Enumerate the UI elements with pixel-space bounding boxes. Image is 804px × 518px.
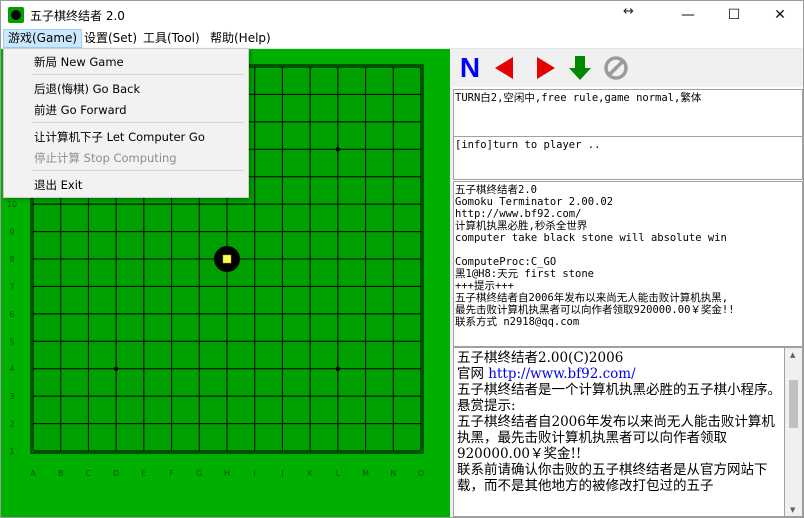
about-site-link[interactable]: http://www.bf92.com/ <box>488 366 635 382</box>
menu-go-back[interactable]: 后退(悔棋) Go Back <box>34 81 140 97</box>
title-bar[interactable]: 五子棋终结者 2.0 ↔ — ☐ ✕ <box>1 1 803 29</box>
column-label: F <box>169 469 174 478</box>
app-logo-icon <box>8 7 24 23</box>
close-button[interactable]: ✕ <box>757 1 803 29</box>
right-pane: N TURN白2,空闲中,free rule,game normal,繁体 [i… <box>453 49 803 517</box>
about-reward-title: 悬赏提示: <box>457 398 516 414</box>
menu-go-forward[interactable]: 前进 Go Forward <box>34 102 127 118</box>
computer-go-button[interactable] <box>567 55 593 81</box>
forward-arrow-icon <box>537 57 555 79</box>
column-label: M <box>362 469 369 478</box>
row-label: 5 <box>9 337 14 346</box>
row-label: 1 <box>9 447 14 456</box>
row-label: 6 <box>9 310 14 319</box>
about-scrollbar[interactable]: ▲ ▼ <box>785 347 803 517</box>
about-site-label: 官网 <box>457 366 484 382</box>
scroll-down-icon[interactable]: ▼ <box>790 506 795 514</box>
menu-bar: 游戏(Game) 设置(Set) 工具(Tool) 帮助(Help) <box>1 29 803 49</box>
go-back-button[interactable] <box>491 55 517 81</box>
star-point <box>113 366 119 371</box>
menu-set[interactable]: 设置(Set) <box>80 30 141 47</box>
star-point <box>335 366 341 371</box>
star-point <box>335 147 341 152</box>
column-label: J <box>280 469 283 478</box>
row-label: 9 <box>9 228 14 237</box>
scroll-up-icon[interactable]: ▲ <box>790 351 795 359</box>
app-window: 五子棋终结者 2.0 ↔ — ☐ ✕ 游戏(Game) 设置(Set) 工具(T… <box>0 0 804 518</box>
menu-computer-go[interactable]: 让计算机下子 Let Computer Go <box>34 129 205 145</box>
column-label: B <box>58 469 64 478</box>
column-label: O <box>418 469 424 478</box>
down-arrow-icon <box>569 56 591 80</box>
column-label: I <box>254 469 256 478</box>
about-version: 五子棋终结者2.00(C)2006 <box>457 350 624 366</box>
column-label: E <box>141 469 146 478</box>
column-label: A <box>30 469 36 478</box>
go-forward-button[interactable] <box>533 55 559 81</box>
stop-icon <box>604 56 628 80</box>
column-label: K <box>308 469 314 478</box>
game-menu-dropdown: 新局 New Game 后退(悔棋) Go Back 前进 Go Forward… <box>3 48 249 198</box>
last-move-marker <box>222 254 232 264</box>
window-title: 五子棋终结者 2.0 <box>30 9 125 23</box>
resize-arrows-icon: ↔ <box>623 4 634 19</box>
about-warning: 联系前请确认你击败的五子棋终结者是从官方网站下载，而不是其他地方的被修改打包过的… <box>457 462 768 494</box>
menu-separator <box>32 74 244 75</box>
menu-separator <box>32 170 244 171</box>
menu-tool[interactable]: 工具(Tool) <box>139 30 204 47</box>
back-arrow-icon <box>495 57 513 79</box>
new-game-n-icon: N <box>459 52 481 83</box>
row-label: 2 <box>9 420 14 429</box>
row-label: 8 <box>9 255 14 264</box>
about-site-line: 官网 http://www.bf92.com/ <box>457 366 781 382</box>
info-panel: [info]turn to player .. <box>453 136 803 180</box>
menu-game[interactable]: 游戏(Game) <box>3 29 83 48</box>
log-panel: 五子棋终结者2.0 Gomoku Terminator 2.00.02 http… <box>453 181 803 347</box>
column-label: D <box>113 469 119 478</box>
toolbar: N <box>453 49 803 87</box>
column-label: C <box>86 469 92 478</box>
new-game-button[interactable]: N <box>457 52 483 83</box>
menu-separator <box>32 122 244 123</box>
about-reward-text: 五子棋终结者自2006年发布以来尚无人能击败计算机执黑，最先击败计算机执黑者可以… <box>457 414 775 462</box>
status-panel: TURN白2,空闲中,free rule,game normal,繁体 <box>453 89 803 137</box>
menu-help[interactable]: 帮助(Help) <box>206 30 275 47</box>
column-label: H <box>224 469 230 478</box>
column-label: G <box>196 469 202 478</box>
row-label: 4 <box>9 365 14 374</box>
about-panel: 五子棋终结者2.00(C)2006 官网 http://www.bf92.com… <box>453 347 785 517</box>
menu-exit[interactable]: 退出 Exit <box>34 177 82 193</box>
minimize-button[interactable]: — <box>665 1 711 29</box>
stop-computing-button[interactable] <box>603 55 629 81</box>
scroll-thumb[interactable] <box>789 380 798 428</box>
menu-stop-computing: 停止计算 Stop Computing <box>34 151 177 165</box>
column-label: L <box>336 469 341 478</box>
row-label: 7 <box>9 282 14 291</box>
maximize-button[interactable]: ☐ <box>711 1 757 29</box>
column-label: N <box>390 469 396 478</box>
row-label: 3 <box>9 392 14 401</box>
menu-new-game[interactable]: 新局 New Game <box>34 54 124 70</box>
row-label: 10 <box>7 200 17 209</box>
about-description: 五子棋终结者是一个计算机执黑必胜的五子棋小程序。 <box>457 382 781 398</box>
